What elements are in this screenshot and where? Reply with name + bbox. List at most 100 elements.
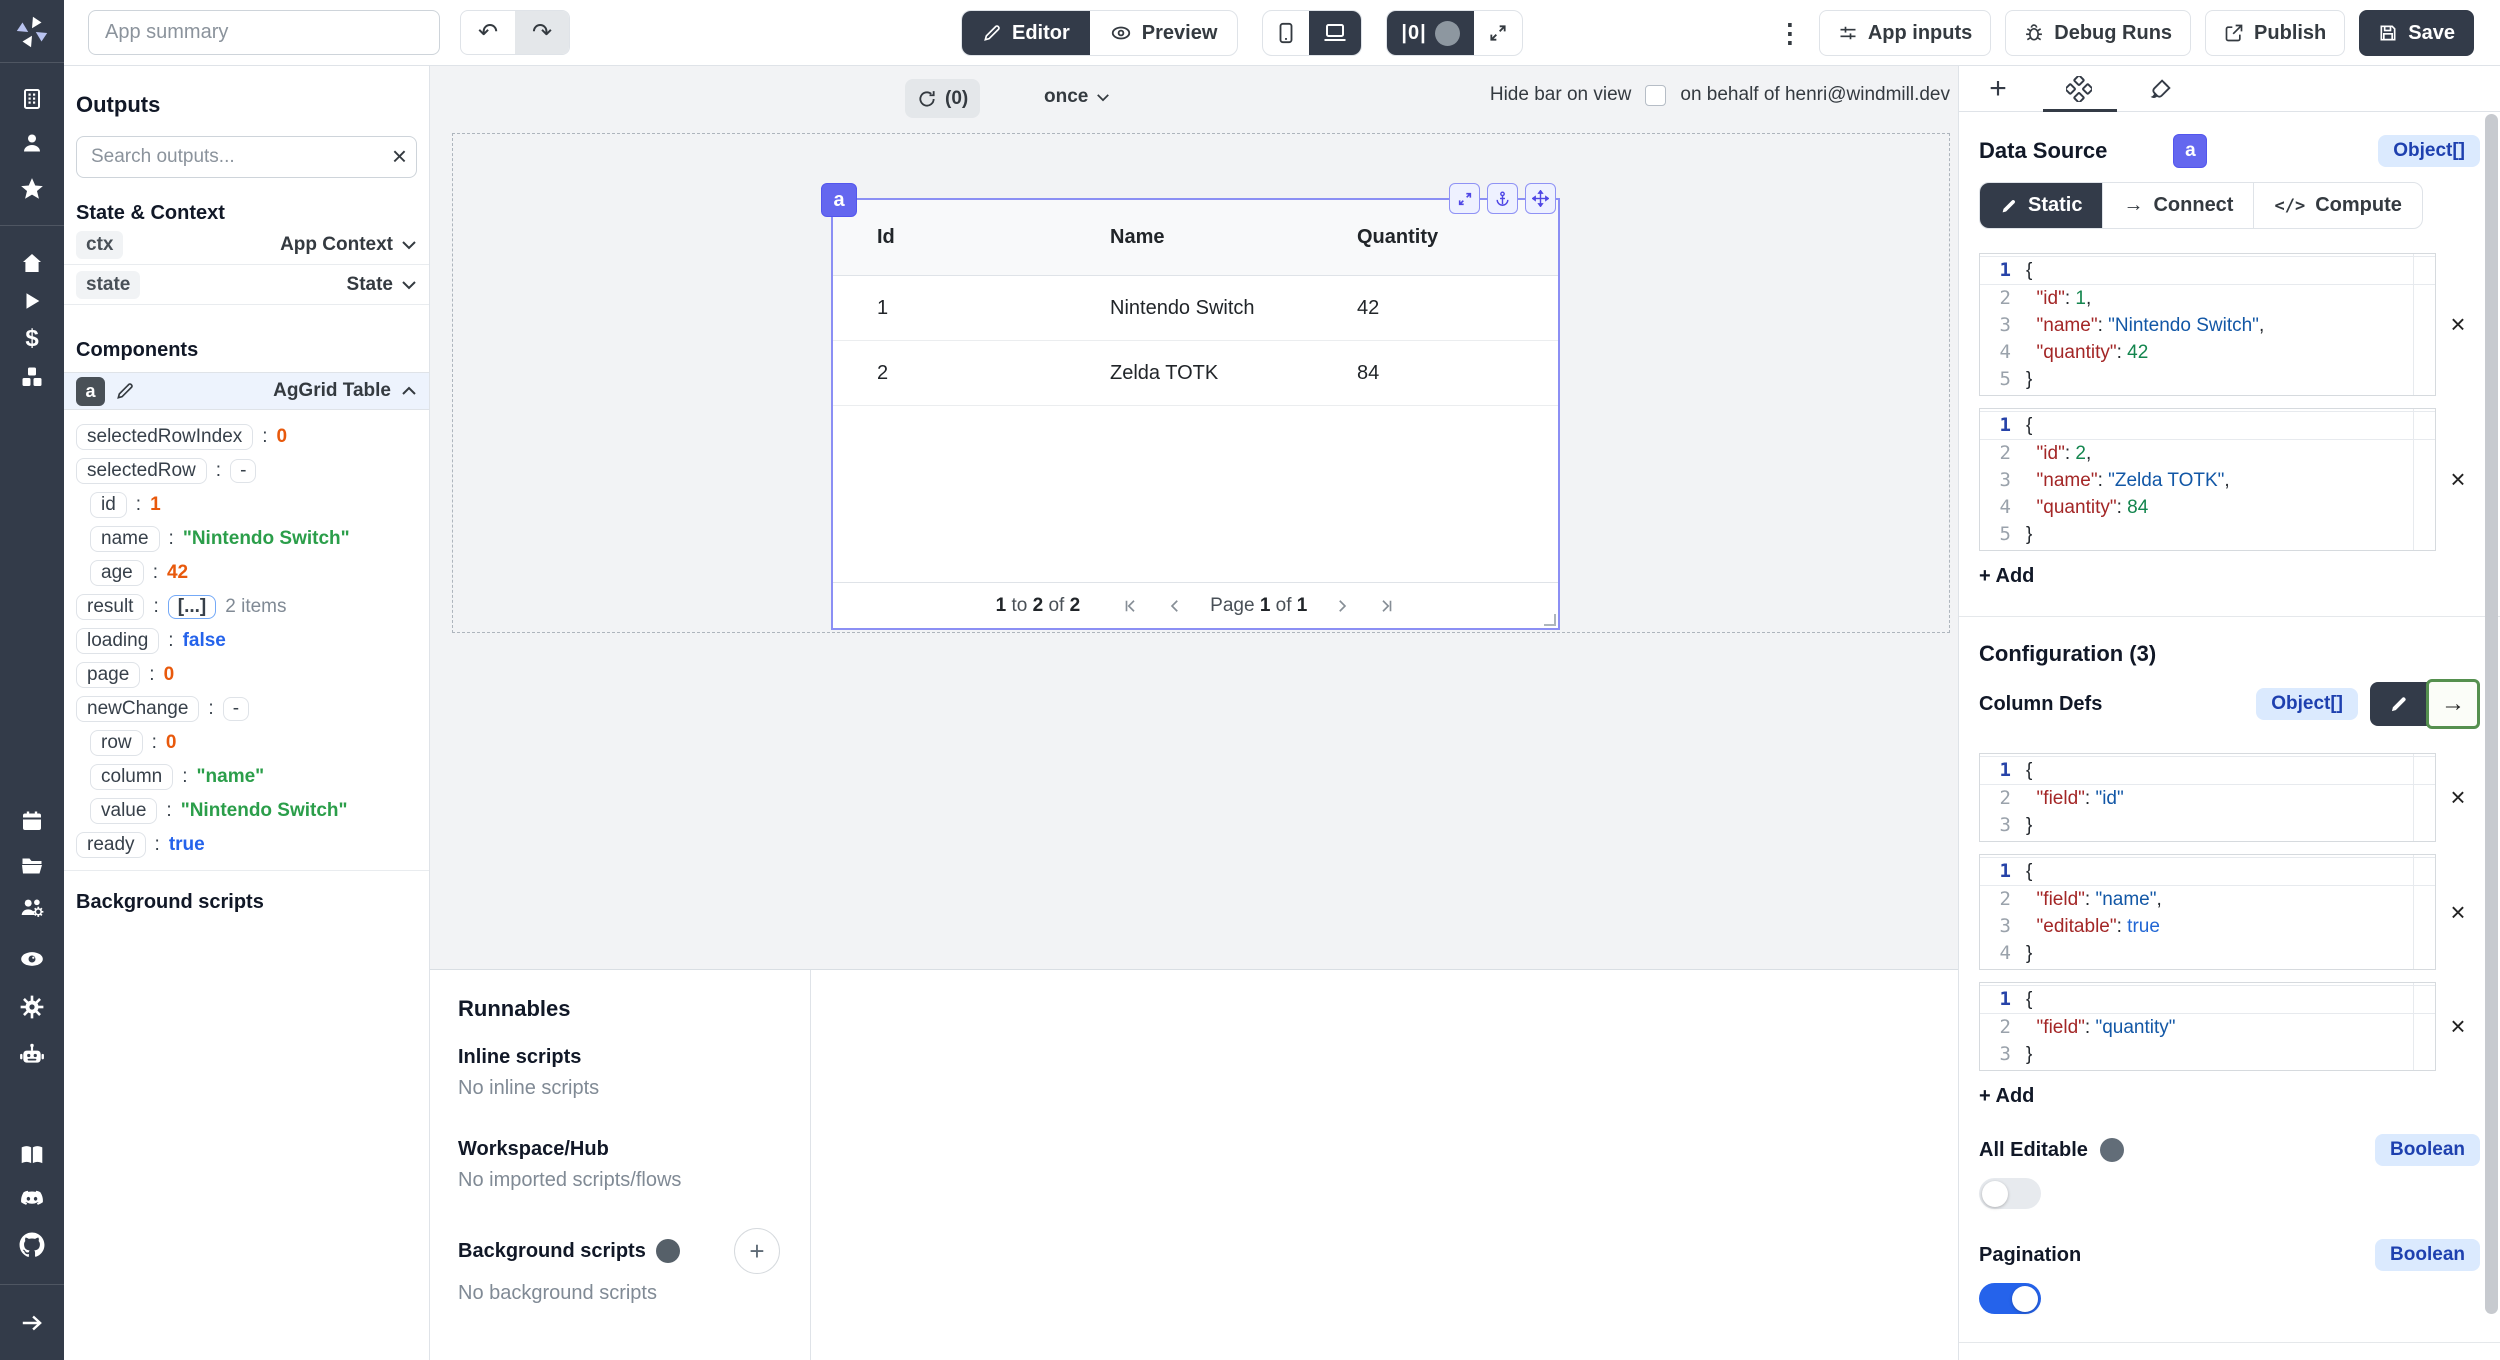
tab-compute[interactable]: </> Compute — [2254, 183, 2421, 228]
schedules-icon[interactable] — [17, 806, 47, 836]
app-canvas[interactable]: (0) once Hide bar on view on behalf of h… — [430, 66, 1958, 969]
add-data-source-item-button[interactable]: + Add — [1979, 565, 2034, 588]
output-item-newChange[interactable]: newChange:- — [76, 692, 417, 726]
remove-item-button[interactable]: × — [2436, 897, 2480, 928]
groups-icon[interactable] — [17, 893, 47, 923]
remove-item-button[interactable]: × — [2436, 464, 2480, 495]
audit-eye-icon[interactable] — [17, 944, 47, 974]
tab-insert-component[interactable]: + — [1981, 74, 2015, 104]
windmill-logo[interactable] — [12, 12, 52, 52]
output-item-page[interactable]: page:0 — [76, 658, 417, 692]
ai-robot-icon[interactable] — [17, 1040, 47, 1070]
expand-component-button[interactable] — [1449, 183, 1480, 214]
clear-search-button[interactable]: × — [392, 141, 407, 172]
desktop-view-button[interactable] — [1309, 11, 1361, 55]
panel-scrollbar[interactable] — [2485, 114, 2498, 1314]
preview-mode-button[interactable]: Preview — [1090, 11, 1238, 55]
more-menu-button[interactable]: ⋮ — [1775, 18, 1805, 49]
table-row[interactable]: 1Nintendo Switch42 — [833, 276, 1558, 341]
redo-button[interactable]: ↷ — [515, 11, 569, 54]
code-editor[interactable]: 1{2 "field": "id"3} — [1979, 753, 2436, 842]
output-item-row[interactable]: row:0 — [76, 726, 417, 760]
table-cell[interactable]: 84 — [1357, 362, 1558, 385]
remove-item-button[interactable]: × — [2436, 309, 2480, 340]
prev-page-icon[interactable] — [1166, 597, 1184, 615]
context-row-ctx[interactable]: ctx App Context — [64, 225, 429, 265]
folders-icon[interactable] — [17, 850, 47, 880]
table-cell[interactable]: 2 — [877, 362, 1110, 385]
search-outputs-input[interactable] — [76, 136, 417, 178]
app-summary-input[interactable] — [88, 10, 440, 55]
collapse-arrow-icon[interactable] — [17, 1308, 47, 1338]
tab-component-settings[interactable] — [2062, 74, 2096, 104]
debug-runs-button[interactable]: Debug Runs — [2005, 10, 2191, 56]
code-editor[interactable]: 1{2 "field": "quantity"3} — [1979, 982, 2436, 1071]
hide-bar-checkbox[interactable] — [1645, 85, 1666, 106]
add-background-script-button[interactable]: + — [734, 1228, 780, 1274]
remove-item-button[interactable]: × — [2436, 1011, 2480, 1042]
context-row-state[interactable]: state State — [64, 265, 429, 305]
table-cell[interactable]: 1 — [877, 297, 1110, 320]
edit-mode-button[interactable] — [2370, 682, 2428, 726]
tab-connect[interactable]: → Connect — [2103, 183, 2254, 228]
all-editable-toggle[interactable] — [1979, 1178, 2041, 1209]
aggrid-table-component[interactable]: a Id Name Quantity 1Nintendo Switch422Ze… — [831, 198, 1560, 630]
output-item-column[interactable]: column:"name" — [76, 760, 417, 794]
docs-book-icon[interactable] — [17, 1140, 47, 1170]
frequency-dropdown[interactable]: once — [1044, 86, 1110, 108]
output-item-id[interactable]: id:1 — [76, 488, 417, 522]
connect-mode-button[interactable]: → — [2426, 679, 2480, 729]
move-component-button[interactable] — [1525, 183, 1556, 214]
runs-icon[interactable] — [17, 286, 47, 316]
output-item-selectedRowIndex[interactable]: selectedRowIndex:0 — [76, 420, 417, 454]
next-page-icon[interactable] — [1333, 597, 1351, 615]
user-icon[interactable] — [17, 128, 47, 158]
workspace-icon[interactable] — [17, 84, 47, 114]
variables-icon[interactable]: $ — [17, 324, 47, 354]
publish-button[interactable]: Publish — [2205, 10, 2345, 56]
fullscreen-button[interactable] — [1474, 11, 1522, 55]
tab-styling[interactable] — [2143, 74, 2177, 104]
column-header[interactable]: Quantity — [1357, 226, 1558, 249]
tab-static[interactable]: Static — [1980, 183, 2103, 228]
refresh-button[interactable]: (0) — [905, 79, 980, 118]
resize-handle[interactable] — [1544, 614, 1556, 626]
undo-button[interactable]: ↶ — [461, 11, 515, 54]
editor-mode-button[interactable]: Editor — [962, 11, 1090, 55]
code-editor[interactable]: 1{2 "field": "name",3 "editable": true4} — [1979, 854, 2436, 970]
pagination-toggle[interactable] — [1979, 1283, 2041, 1314]
chevron-up-icon[interactable] — [401, 386, 417, 396]
edit-pencil-icon[interactable] — [115, 381, 135, 401]
column-header[interactable]: Id — [877, 226, 1110, 249]
table-cell[interactable]: 42 — [1357, 297, 1558, 320]
first-page-icon[interactable] — [1122, 597, 1140, 615]
output-item-name[interactable]: name:"Nintendo Switch" — [76, 522, 417, 556]
favorites-icon[interactable] — [17, 174, 47, 204]
code-editor[interactable]: 1{2 "id": 2,3 "name": "Zelda TOTK",4 "qu… — [1979, 408, 2436, 551]
output-item-value[interactable]: value:"Nintendo Switch" — [76, 794, 417, 828]
column-header[interactable]: Name — [1110, 226, 1357, 249]
output-item-result[interactable]: result:[...]2 items — [76, 590, 417, 624]
output-item-age[interactable]: age:42 — [76, 556, 417, 590]
app-inputs-button[interactable]: App inputs — [1819, 10, 1991, 56]
github-icon[interactable] — [17, 1230, 47, 1260]
output-item-ready[interactable]: ready:true — [76, 828, 417, 862]
table-cell[interactable]: Zelda TOTK — [1110, 362, 1357, 385]
anchor-component-button[interactable] — [1487, 183, 1518, 214]
table-row[interactable]: 2Zelda TOTK84 — [833, 341, 1558, 406]
table-cell[interactable]: Nintendo Switch — [1110, 297, 1357, 320]
home-icon[interactable] — [17, 248, 47, 278]
discord-icon[interactable] — [17, 1184, 47, 1214]
save-button[interactable]: Save — [2359, 10, 2474, 56]
outputs-counter-button[interactable]: |0| — [1387, 11, 1473, 55]
output-item-loading[interactable]: loading:false — [76, 624, 417, 658]
remove-item-button[interactable]: × — [2436, 782, 2480, 813]
output-item-selectedRow[interactable]: selectedRow:- — [76, 454, 417, 488]
mobile-view-button[interactable] — [1263, 11, 1309, 55]
settings-gear-icon[interactable] — [17, 992, 47, 1022]
component-header-aggrid[interactable]: a AgGrid Table — [64, 372, 429, 410]
resources-icon[interactable] — [17, 362, 47, 392]
last-page-icon[interactable] — [1377, 597, 1395, 615]
code-editor[interactable]: 1{2 "id": 1,3 "name": "Nintendo Switch",… — [1979, 253, 2436, 396]
add-column-def-button[interactable]: + Add — [1979, 1085, 2034, 1108]
